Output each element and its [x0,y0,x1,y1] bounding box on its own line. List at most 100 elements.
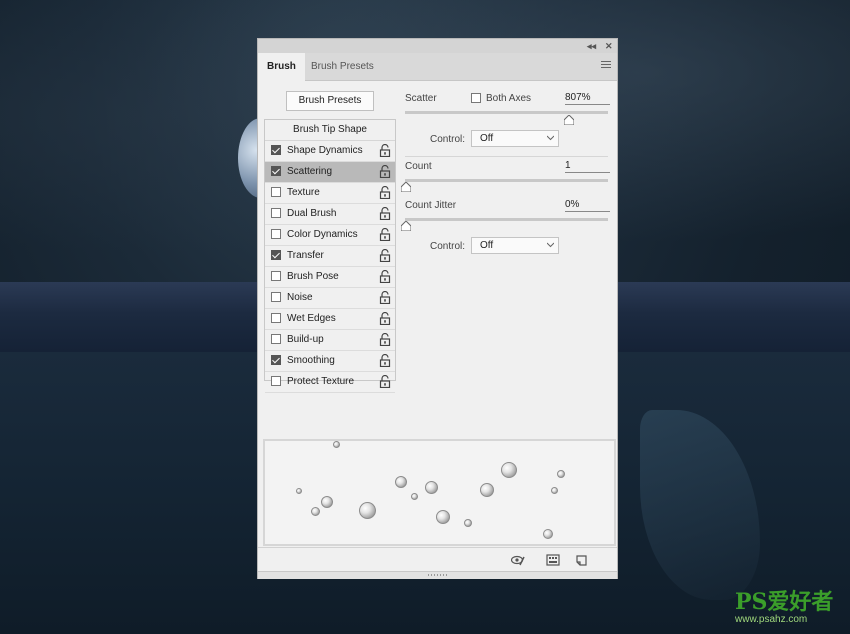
settings-item-label: Brush Pose [287,271,339,282]
lock-icon[interactable] [379,374,391,389]
lock-icon[interactable] [379,269,391,284]
count-jitter-value-field[interactable]: 0% [565,198,610,212]
settings-item-label: Build-up [287,334,324,345]
lock-icon[interactable] [379,143,391,158]
settings-item-protect-texture[interactable]: Protect Texture [265,372,395,393]
control-select[interactable]: Off [471,130,559,147]
settings-item-texture[interactable]: Texture [265,183,395,204]
toggle-preview-icon[interactable] [511,554,525,566]
settings-item-checkbox[interactable] [271,334,281,344]
chevron-down-icon [547,242,554,248]
count-jitter-slider-track[interactable] [405,218,608,221]
settings-item-noise[interactable]: Noise [265,288,395,309]
preview-bubble [543,529,553,539]
brush-settings-grid-icon[interactable] [546,554,560,566]
settings-item-label: Texture [287,187,320,198]
preview-bubble [333,441,340,448]
settings-item-checkbox[interactable] [271,208,281,218]
new-brush-icon[interactable] [575,554,589,566]
brush-presets-button[interactable]: Brush Presets [286,91,374,111]
settings-item-checkbox[interactable] [271,292,281,302]
lock-icon[interactable] [379,185,391,200]
watermark: PS爱好者 www.psahz.com [735,590,845,630]
lock-icon[interactable] [379,248,391,263]
brush-panel: ◂◂ ✕ Brush Brush Presets Brush Presets B… [257,38,618,579]
settings-item-label: Protect Texture [287,376,355,387]
settings-item-label: Smoothing [287,355,335,366]
control-select-2-value: Off [480,240,494,251]
lock-icon[interactable] [379,332,391,347]
settings-item-checkbox[interactable] [271,355,281,365]
scatter-label: Scatter [405,93,437,104]
preview-bubble [411,493,418,500]
lock-icon[interactable] [379,290,391,305]
collapse-icon[interactable]: ◂◂ [587,40,596,52]
preview-bubble [296,488,302,494]
tab-brush[interactable]: Brush [258,53,305,81]
scatter-slider-thumb[interactable] [564,115,574,125]
lock-icon[interactable] [379,311,391,326]
settings-item-brush-pose[interactable]: Brush Pose [265,267,395,288]
lock-icon[interactable] [379,227,391,242]
preview-bubble [557,470,565,478]
preview-bubble [395,476,407,488]
settings-item-checkbox[interactable] [271,166,281,176]
watermark-logo: PS爱好者 [735,589,834,615]
settings-item-transfer[interactable]: Transfer [265,246,395,267]
settings-item-checkbox[interactable] [271,376,281,386]
control-select-2[interactable]: Off [471,237,559,254]
panel-resize-grip[interactable] [258,571,617,579]
control-select-value: Off [480,133,494,144]
preview-bubble [359,502,376,519]
panel-menu-icon[interactable] [601,61,611,71]
both-axes-checkbox[interactable] [471,93,481,103]
close-icon[interactable]: ✕ [605,40,613,52]
settings-item-checkbox[interactable] [271,313,281,323]
settings-item-shape-dynamics[interactable]: Shape Dynamics [265,141,395,162]
watermark-url: www.psahz.com [735,614,808,625]
scatter-value-field[interactable]: 807% [565,91,610,105]
settings-item-label: Scattering [287,166,333,177]
panel-footer [258,547,617,572]
settings-item-wet-edges[interactable]: Wet Edges [265,309,395,330]
count-value-field[interactable]: 1 [565,159,610,173]
settings-item-label: Wet Edges [287,313,336,324]
brush-settings-list: Brush Tip Shape Shape Dynamics Scattering… [264,119,396,393]
control-label-2: Control: [430,241,466,252]
settings-item-label: Shape Dynamics [287,145,363,156]
settings-item-dual-brush[interactable]: Dual Brush [265,204,395,225]
preview-bubble [436,510,450,524]
preview-bubble [464,519,472,527]
brush-tip-shape-item[interactable]: Brush Tip Shape [265,120,395,141]
preview-bubble [551,487,558,494]
count-jitter-slider-thumb[interactable] [401,221,411,231]
grip-dots [428,574,448,576]
settings-item-smoothing[interactable]: Smoothing [265,351,395,372]
settings-item-checkbox[interactable] [271,145,281,155]
scatter-slider-track[interactable] [405,111,608,114]
settings-item-color-dynamics[interactable]: Color Dynamics [265,225,395,246]
tab-brush-presets[interactable]: Brush Presets [302,53,383,80]
settings-item-label: Dual Brush [287,208,337,219]
settings-item-label: Noise [287,292,313,303]
settings-item-checkbox[interactable] [271,250,281,260]
settings-item-checkbox[interactable] [271,271,281,281]
settings-item-checkbox[interactable] [271,229,281,239]
settings-item-build-up[interactable]: Build-up [265,330,395,351]
settings-item-scattering[interactable]: Scattering [265,162,395,183]
preview-bubble [425,481,438,494]
preview-bubble [321,496,333,508]
preview-bubble [480,483,494,497]
count-jitter-label: Count Jitter [405,200,457,211]
section-divider [405,156,608,157]
both-axes-label: Both Axes [486,93,532,104]
preview-bubble [311,507,320,516]
lock-icon[interactable] [379,164,391,179]
lock-icon[interactable] [379,206,391,221]
control-label: Control: [430,134,466,145]
lock-icon[interactable] [379,353,391,368]
count-slider-track[interactable] [405,179,608,182]
settings-item-checkbox[interactable] [271,187,281,197]
count-slider-thumb[interactable] [401,182,411,192]
panel-titlebar[interactable]: ◂◂ ✕ [258,39,617,53]
